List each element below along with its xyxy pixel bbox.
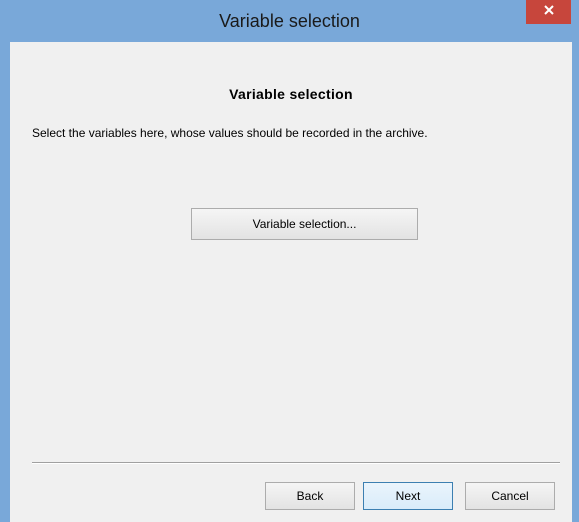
cancel-button[interactable]: Cancel [465,482,555,510]
footer-separator [32,462,560,464]
close-icon [543,3,555,21]
back-button[interactable]: Back [265,482,355,510]
page-description: Select the variables here, whose values … [32,126,428,140]
close-button[interactable] [526,0,571,24]
page-heading: Variable selection [229,86,353,102]
title-bar[interactable]: Variable selection [0,0,579,42]
next-button[interactable]: Next [363,482,453,510]
wizard-content: Variable selection Select the variables … [10,42,572,522]
window-title: Variable selection [219,11,360,31]
wizard-window: Variable selection Variable selection Se… [0,0,579,522]
variable-selection-button[interactable]: Variable selection... [191,208,418,240]
